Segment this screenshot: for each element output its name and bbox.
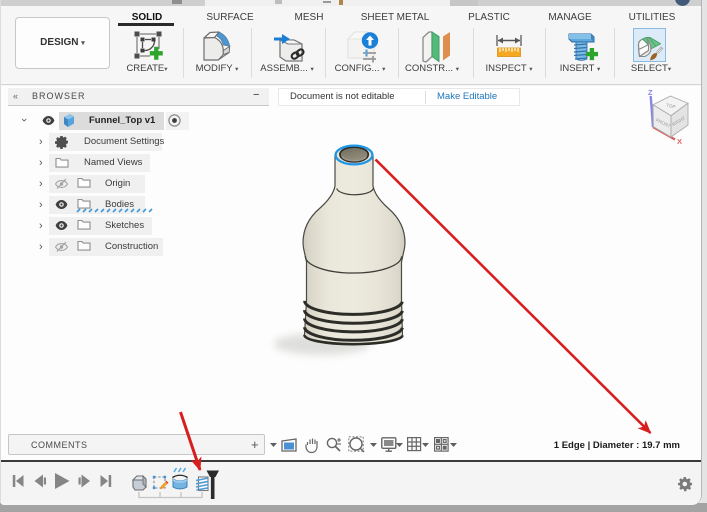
svg-text:Z: Z [648, 88, 653, 97]
svg-text:X: X [677, 137, 682, 146]
